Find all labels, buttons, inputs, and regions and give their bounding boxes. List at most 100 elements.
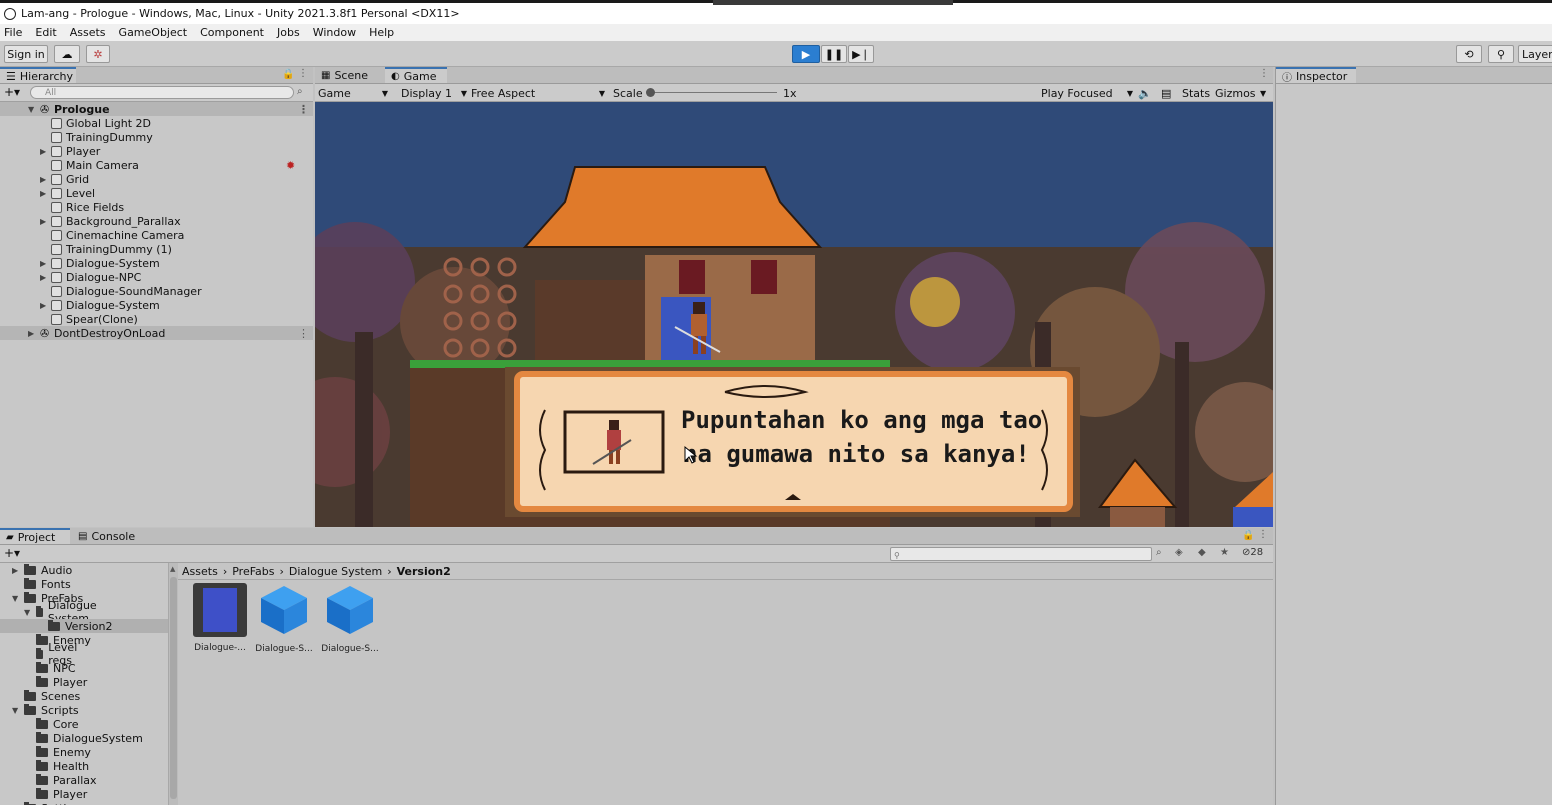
game-kebab-icon[interactable]: ⋮ (1259, 68, 1269, 79)
tab-inspector[interactable]: ⓘ Inspector (1276, 67, 1356, 84)
gizmos-chevron-icon[interactable]: ▼ (1260, 86, 1266, 100)
camera-warning-icon[interactable]: ✹ (286, 159, 295, 172)
hierarchy-item[interactable]: ▶ Grid (0, 172, 313, 186)
stats-button[interactable]: Stats (1182, 86, 1210, 100)
hierarchy-item[interactable]: TrainingDummy (1) (0, 242, 313, 256)
chevron-down-icon[interactable]: ▼ (28, 105, 36, 114)
kebab-menu-icon[interactable]: ⋮ (1258, 529, 1268, 540)
label-icon[interactable]: ◆ (1198, 547, 1206, 558)
chevron-right-icon[interactable]: ▶ (40, 175, 48, 184)
game-mode-dropdown[interactable]: Game ▼ (318, 86, 390, 100)
kebab-menu-icon[interactable]: ⋮ (298, 103, 309, 116)
chevron-right-icon[interactable]: ▶ (28, 329, 36, 338)
asset-item[interactable]: Dialogue-S... (320, 583, 380, 654)
chevron-right-icon[interactable]: ▶ (40, 273, 48, 282)
pause-button[interactable]: ❚❚ (821, 45, 847, 63)
search-by-type-icon[interactable]: ⌕ (1156, 547, 1162, 558)
tree-arrow-icon[interactable]: ▶ (12, 566, 18, 575)
scroll-up-icon[interactable]: ▲ (170, 565, 175, 573)
cloud-icon[interactable]: ☁ (54, 45, 80, 63)
chevron-right-icon[interactable]: ▶ (40, 189, 48, 198)
scene-row-prologue[interactable]: ▼ ✇ Prologue ⋮ (0, 102, 313, 116)
hierarchy-item[interactable]: ▶ Player (0, 144, 313, 158)
hierarchy-item[interactable]: Dialogue-SoundManager (0, 284, 313, 298)
hierarchy-item[interactable]: ▶ Level (0, 186, 313, 200)
hierarchy-item[interactable]: Main Camera ✹ (0, 158, 313, 172)
project-search-input[interactable]: ⚲ (890, 547, 1152, 561)
project-folder-item[interactable]: Version2 (0, 619, 168, 633)
menu-gameobject[interactable]: GameObject (119, 26, 188, 39)
add-icon[interactable]: +▾ (4, 546, 20, 560)
game-viewport[interactable]: Pupuntahan ko ang mga tao na gumawa nito… (315, 102, 1273, 527)
mute-audio-icon[interactable]: 🔈 (1138, 86, 1152, 100)
lock-icon[interactable]: 🔒 (282, 69, 294, 80)
kebab-menu-icon[interactable]: ⋮ (298, 327, 309, 340)
scene-row-dontdestroyonload[interactable]: ▶ ✇ DontDestroyOnLoad ⋮ (0, 326, 313, 340)
menu-help[interactable]: Help (369, 26, 394, 39)
breadcrumb-assets[interactable]: Assets (182, 565, 218, 578)
folder-label: Fonts (41, 577, 71, 591)
tab-console[interactable]: ▤ Console (72, 528, 142, 544)
tree-arrow-icon[interactable]: ▼ (24, 608, 30, 617)
hierarchy-item[interactable]: Global Light 2D (0, 116, 313, 130)
hierarchy-item[interactable]: Cinemachine Camera (0, 228, 313, 242)
hierarchy-item[interactable]: Rice Fields (0, 200, 313, 214)
tab-project[interactable]: ▰ Project (0, 528, 70, 544)
tab-game[interactable]: ◐ Game (385, 67, 447, 83)
kebab-menu-icon[interactable]: ⋮ (298, 68, 308, 79)
chevron-right-icon[interactable]: ▶ (40, 147, 48, 156)
history-icon[interactable]: ⟲ (1456, 45, 1482, 63)
hierarchy-item[interactable]: ▶ Dialogue-NPC (0, 270, 313, 284)
breadcrumb-version2[interactable]: Version2 (397, 565, 451, 578)
scale-slider-thumb[interactable] (646, 88, 655, 97)
search-filter-icon[interactable]: ⌕ (297, 86, 303, 97)
sign-in-button[interactable]: Sign in (4, 45, 48, 63)
collab-icon[interactable]: ✲ (86, 45, 110, 63)
hierarchy-item[interactable]: TrainingDummy (0, 130, 313, 144)
search-icon[interactable]: ⚲ (1488, 45, 1514, 63)
hierarchy-search-input[interactable]: All (30, 86, 294, 99)
step-button[interactable]: ▶❘ (848, 45, 874, 63)
hidden-packages-count[interactable]: ⊘28 (1242, 547, 1263, 558)
chevron-right-icon[interactable]: ▶ (40, 217, 48, 226)
tree-arrow-icon[interactable]: ▼ (12, 594, 18, 603)
lock-icon[interactable]: 🔒 (1242, 530, 1254, 541)
asset-item[interactable]: Dialogue-... (190, 583, 250, 653)
menu-jobs[interactable]: Jobs (277, 26, 300, 39)
play-button[interactable]: ▶ (792, 45, 820, 63)
breadcrumb-prefabs[interactable]: PreFabs (232, 565, 274, 578)
display-dropdown[interactable]: Display 1 ▼ (401, 86, 467, 100)
aspect-dropdown[interactable]: Free Aspect ▼ (471, 86, 605, 100)
hierarchy-item[interactable]: Spear(Clone) (0, 312, 313, 326)
menu-bar: File Edit Assets GameObject Component Jo… (0, 24, 1552, 41)
scale-slider-track[interactable] (649, 92, 777, 93)
folder-icon (24, 563, 36, 575)
hierarchy-item[interactable]: ▶ Background_Parallax (0, 214, 313, 228)
play-focused-dropdown[interactable]: Play Focused ▼ (1041, 86, 1133, 100)
tab-hierarchy[interactable]: ☰ Hierarchy (0, 67, 76, 83)
hierarchy-item[interactable]: ▶ Dialogue-System (0, 298, 313, 312)
breadcrumb-dialogue-system[interactable]: Dialogue System (289, 565, 382, 578)
frame-debugger-icon[interactable]: ▤ (1161, 86, 1171, 100)
filter-type-icon[interactable]: ◈ (1175, 547, 1183, 558)
scroll-thumb[interactable] (170, 577, 177, 799)
chevron-down-icon: ▼ (381, 88, 388, 98)
tree-arrow-icon[interactable]: ▼ (12, 706, 18, 715)
add-icon[interactable]: +▾ (4, 85, 20, 99)
hierarchy-item-label: Grid (66, 172, 90, 186)
project-tree-scrollbar[interactable]: ▲ (168, 563, 178, 805)
asset-item[interactable]: Dialogue-S... (254, 583, 314, 654)
menu-file[interactable]: File (4, 26, 22, 39)
favorite-star-icon[interactable]: ★ (1220, 547, 1229, 558)
tab-scene[interactable]: ▦ Scene (315, 67, 385, 83)
chevron-right-icon[interactable]: ▶ (40, 301, 48, 310)
menu-window[interactable]: Window (313, 26, 356, 39)
layers-dropdown[interactable]: Layers (1518, 45, 1552, 63)
menu-edit[interactable]: Edit (35, 26, 56, 39)
menu-assets[interactable]: Assets (70, 26, 106, 39)
menu-component[interactable]: Component (200, 26, 264, 39)
gameobject-cube-icon (51, 145, 62, 157)
gizmos-button[interactable]: Gizmos (1215, 86, 1256, 100)
chevron-right-icon[interactable]: ▶ (40, 259, 48, 268)
hierarchy-item[interactable]: ▶ Dialogue-System (0, 256, 313, 270)
